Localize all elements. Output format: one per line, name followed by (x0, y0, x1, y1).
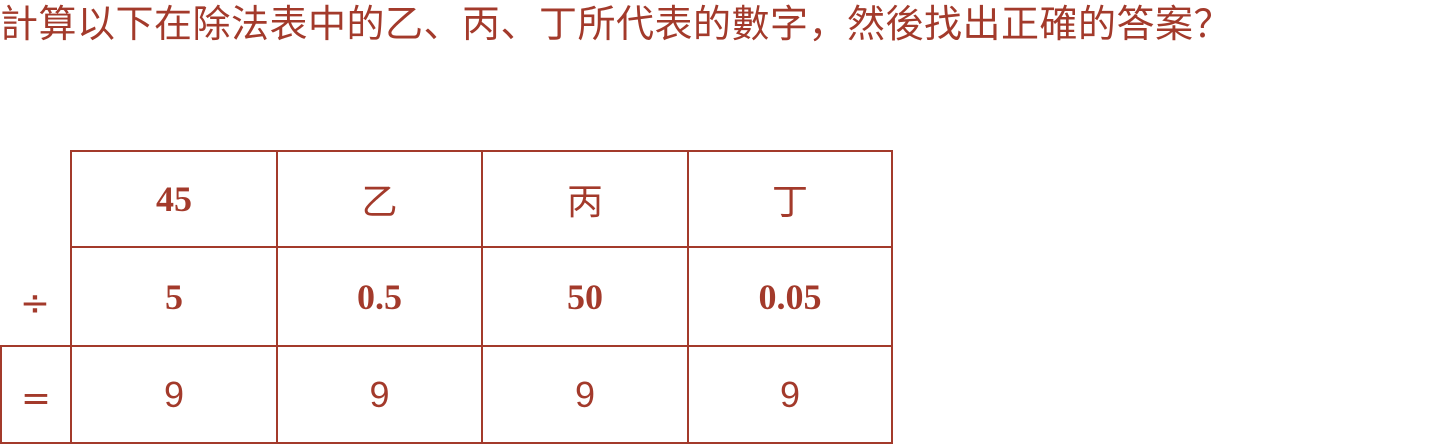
quotient-cell: 9 (574, 373, 596, 415)
table-line (0, 442, 893, 444)
divisor-cell: 50 (567, 276, 603, 317)
dividend-cell: 45 (156, 179, 192, 219)
divide-sign: ÷ (19, 282, 51, 324)
equals-sign: = (20, 377, 52, 419)
quotient-cell: 9 (163, 373, 185, 415)
divisor-cell: 5 (165, 276, 183, 317)
quotient-cell: 9 (779, 373, 801, 415)
dividend-cell: 丁 (771, 182, 808, 223)
quotient-cell: 9 (369, 373, 390, 415)
divisor-cell: 0.05 (758, 276, 822, 317)
divisor-cell: 0.5 (357, 276, 402, 317)
dividend-cell: 丙 (566, 182, 603, 223)
table-line (891, 150, 893, 444)
division-table: ÷ = 45 乙 丙 丁 5 0.5 50 0.05 9 9 9 9 (0, 148, 894, 446)
question-text: 計算以下在除法表中的乙、丙、丁所代表的數字，然後找出正確的答案？ (0, 2, 1233, 46)
dividend-cell: 乙 (361, 182, 398, 223)
